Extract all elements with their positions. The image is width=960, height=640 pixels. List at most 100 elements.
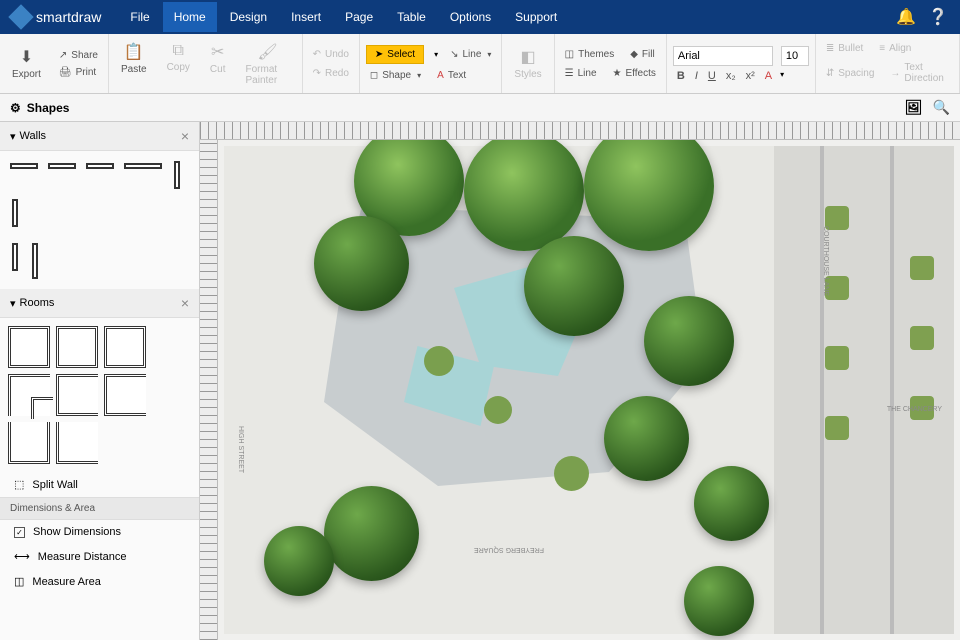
- text-direction-button[interactable]: →Text Direction: [886, 60, 953, 86]
- shape-button[interactable]: ◻Shape▾: [366, 68, 425, 83]
- text-icon: A: [437, 70, 444, 81]
- chevron-down-icon: ▾: [10, 130, 16, 143]
- wall-shape[interactable]: [12, 199, 18, 227]
- room-shape[interactable]: [56, 374, 98, 416]
- image-icon[interactable]: 🖼: [905, 99, 923, 116]
- line-icon: ↘: [450, 49, 458, 60]
- fill-icon: ◆: [630, 49, 638, 60]
- undo-button[interactable]: ↶Undo: [309, 47, 353, 62]
- bullet-icon: ≣: [826, 43, 834, 54]
- shapes-header: ⚙ Shapes 🖼 🔍: [0, 94, 960, 122]
- wall-shape[interactable]: [10, 163, 38, 169]
- menubar: smartdraw File Home Design Insert Page T…: [0, 0, 960, 34]
- line-style-button[interactable]: ☰Line: [561, 66, 601, 81]
- subscript-button[interactable]: x²: [742, 70, 759, 82]
- measure-area-icon: ◫: [14, 575, 24, 588]
- shape-icon: ◻: [370, 70, 378, 81]
- menu-file[interactable]: File: [119, 2, 160, 32]
- cursor-icon: ➤: [375, 49, 383, 60]
- room-shape[interactable]: [56, 422, 98, 464]
- fill-button[interactable]: ◆Fill: [626, 47, 658, 62]
- room-shape[interactable]: [8, 422, 50, 464]
- paste-button[interactable]: 📋 Paste: [115, 40, 153, 88]
- text-button[interactable]: AText: [433, 68, 470, 83]
- export-button[interactable]: ⬇ Export: [6, 45, 47, 82]
- ruler-vertical[interactable]: [200, 140, 218, 640]
- menu-support[interactable]: Support: [504, 2, 568, 32]
- superscript-button[interactable]: x₂: [722, 70, 740, 82]
- gear-icon[interactable]: ⚙: [10, 101, 21, 115]
- measure-distance-button[interactable]: ⟷ Measure Distance: [0, 544, 199, 569]
- bold-button[interactable]: B: [673, 70, 689, 82]
- font-size-input[interactable]: [781, 46, 809, 66]
- landscape-plan[interactable]: HIGH STREET FREYBERG SQUARE COURTHOUSE L…: [224, 146, 954, 634]
- menu-insert[interactable]: Insert: [280, 2, 332, 32]
- ribbon-group-clipboard: 📋 Paste ⧉ Copy ✂ Cut 🖌 Format Painter: [109, 34, 303, 93]
- ruler-horizontal[interactable]: [200, 122, 960, 140]
- wall-shape[interactable]: [86, 163, 114, 169]
- split-wall-icon: ⬚: [14, 478, 24, 491]
- search-icon[interactable]: 🔍: [933, 99, 950, 116]
- spacing-button[interactable]: ⇵Spacing: [822, 60, 879, 86]
- menu-options[interactable]: Options: [439, 2, 502, 32]
- ribbon-group-history: ↶Undo ↷Redo: [303, 34, 360, 93]
- align-button[interactable]: ≡Align: [875, 41, 915, 56]
- themes-button[interactable]: ◫Themes: [561, 47, 619, 62]
- notification-icon[interactable]: 🔔: [896, 7, 916, 27]
- line-button[interactable]: ↘Line▾: [446, 47, 495, 62]
- font-color-button[interactable]: A: [761, 70, 776, 82]
- shapes-title: Shapes: [27, 101, 70, 115]
- app-logo: smartdraw: [12, 8, 101, 26]
- share-icon: ↗: [59, 50, 67, 61]
- text-direction-icon: →: [890, 68, 900, 79]
- wall-shape[interactable]: [124, 163, 162, 169]
- menu-table[interactable]: Table: [386, 2, 437, 32]
- walls-panel-header[interactable]: ▾ Walls ×: [0, 122, 199, 151]
- menu-page[interactable]: Page: [334, 2, 384, 32]
- wall-shape[interactable]: [32, 243, 38, 279]
- wall-shape[interactable]: [12, 243, 18, 271]
- room-shape[interactable]: [104, 374, 146, 416]
- shape-caret-icon: ▾: [417, 71, 421, 80]
- format-painter-icon: 🖌: [257, 42, 277, 62]
- label-high-street: HIGH STREET: [237, 426, 244, 473]
- print-button[interactable]: 🖨Print: [55, 65, 102, 80]
- label-chancery: THE CHANCERY: [887, 406, 942, 413]
- share-button[interactable]: ↗Share: [55, 48, 102, 63]
- effects-button[interactable]: ★Effects: [609, 66, 660, 81]
- ribbon-group-styles: ◧ Styles: [502, 34, 554, 93]
- rooms-panel-header[interactable]: ▾ Rooms ×: [0, 289, 199, 318]
- room-shape[interactable]: [56, 326, 98, 368]
- menu-design[interactable]: Design: [219, 2, 278, 32]
- canvas[interactable]: HIGH STREET FREYBERG SQUARE COURTHOUSE L…: [218, 140, 960, 640]
- font-name-input[interactable]: [673, 46, 773, 66]
- undo-icon: ↶: [313, 49, 321, 60]
- menu-home[interactable]: Home: [163, 2, 217, 32]
- app-name: smartdraw: [36, 9, 101, 25]
- close-icon[interactable]: ×: [181, 295, 189, 311]
- help-icon[interactable]: ❔: [928, 7, 948, 27]
- measure-area-button[interactable]: ◫ Measure Area: [0, 569, 199, 594]
- show-dimensions-toggle[interactable]: ✓ Show Dimensions: [0, 520, 199, 544]
- italic-button[interactable]: I: [691, 70, 702, 82]
- room-shape[interactable]: [104, 326, 146, 368]
- wall-shape[interactable]: [174, 161, 180, 189]
- underline-button[interactable]: U: [704, 70, 720, 82]
- bullet-button[interactable]: ≣Bullet: [822, 41, 867, 56]
- redo-button[interactable]: ↷Redo: [309, 66, 353, 81]
- room-shape[interactable]: [8, 326, 50, 368]
- select-button[interactable]: ➤Select: [366, 45, 424, 64]
- select-caret-icon[interactable]: ▾: [434, 50, 438, 59]
- cut-button[interactable]: ✂ Cut: [204, 40, 232, 88]
- copy-icon: ⧉: [173, 42, 184, 60]
- close-icon[interactable]: ×: [181, 128, 189, 144]
- styles-button[interactable]: ◧ Styles: [508, 45, 547, 82]
- themes-icon: ◫: [565, 49, 574, 60]
- format-painter-button[interactable]: 🖌 Format Painter: [239, 40, 295, 88]
- ribbon-group-paragraph: ≣Bullet ≡Align ⇵Spacing →Text Direction: [816, 34, 960, 93]
- copy-button[interactable]: ⧉ Copy: [161, 40, 196, 88]
- wall-shape[interactable]: [48, 163, 76, 169]
- ribbon-group-format: ◫Themes ◆Fill ☰Line ★Effects: [555, 34, 667, 93]
- font-color-caret-icon[interactable]: ▾: [780, 70, 784, 82]
- split-wall-button[interactable]: ⬚ Split Wall: [0, 472, 199, 497]
